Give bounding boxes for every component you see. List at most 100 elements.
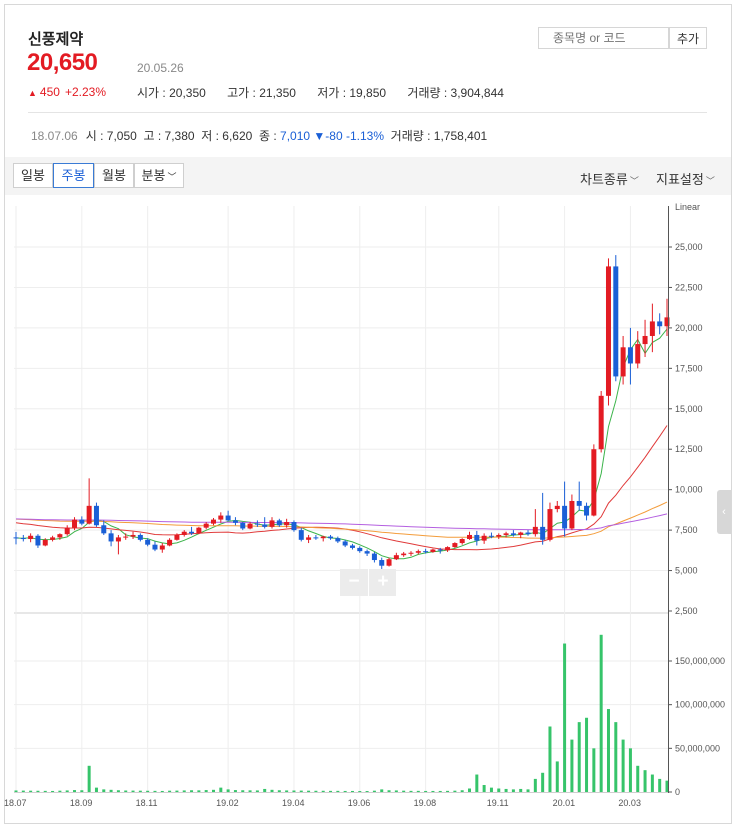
- candle-body: [218, 515, 224, 520]
- volume-bar: [36, 790, 40, 792]
- candle-body: [459, 539, 465, 544]
- candle-body: [408, 552, 414, 554]
- candle-body: [101, 525, 107, 534]
- zoom-in-button[interactable]: +: [368, 569, 397, 596]
- candle-body: [496, 534, 502, 537]
- price-tick-label: 25,000: [675, 242, 703, 252]
- volume-bar: [321, 790, 325, 792]
- volume-bar: [402, 790, 406, 792]
- candle-body: [467, 534, 473, 540]
- volume-bar: [21, 790, 25, 792]
- volume-bar: [307, 790, 311, 792]
- volume-bar: [577, 722, 581, 792]
- volume-bar: [73, 790, 77, 792]
- volume-bar: [533, 778, 537, 792]
- volume-bar: [65, 790, 69, 792]
- candle-body: [276, 520, 282, 526]
- volume-bar: [124, 790, 128, 792]
- time-tick-label: 20.03: [618, 798, 641, 808]
- candle-body: [503, 533, 509, 535]
- candle-body: [371, 553, 377, 561]
- volume-bar: [233, 790, 237, 792]
- candle-body: [591, 449, 597, 516]
- candle-body: [240, 522, 246, 529]
- candle-body: [108, 533, 114, 542]
- volume-bar: [482, 785, 486, 792]
- candle-body: [174, 534, 180, 540]
- volume-tick-label: 0: [675, 787, 680, 797]
- zoom-out-button[interactable]: −: [340, 569, 368, 596]
- candle-body: [474, 534, 480, 541]
- candle-body: [20, 538, 26, 540]
- candle-body: [635, 344, 641, 364]
- price-volume-chart[interactable]: Linear 2,500 5,000 7,500 10,000 12,500 15,000…: [0, 0, 737, 829]
- volume-bar: [416, 790, 420, 792]
- candle-body: [532, 526, 538, 535]
- volume-bar: [599, 634, 603, 792]
- candle-body: [145, 539, 151, 545]
- candle-body: [547, 509, 553, 540]
- candle-body: [342, 541, 348, 546]
- volume-bar: [190, 790, 194, 792]
- volume-bar: [489, 787, 493, 792]
- time-tick-label: 19.04: [282, 798, 305, 808]
- side-panel-toggle[interactable]: ‹: [717, 490, 731, 534]
- volume-bar: [541, 772, 545, 792]
- zoom-controls: − +: [340, 569, 396, 596]
- candle-body: [64, 527, 70, 535]
- candle-body: [379, 560, 385, 566]
- volume-bar: [643, 770, 647, 792]
- candle-body: [627, 347, 633, 364]
- candle-body: [415, 551, 421, 553]
- candle-body: [152, 544, 158, 550]
- candle-body: [518, 532, 524, 535]
- volume-bar: [80, 790, 84, 792]
- volume-bar: [204, 790, 208, 792]
- volume-bar: [431, 790, 435, 792]
- candle-body: [452, 543, 458, 548]
- volume-bar: [87, 765, 91, 792]
- volume-bar: [263, 788, 267, 792]
- volume-bar: [365, 791, 369, 792]
- scale-label: Linear: [675, 202, 700, 212]
- volume-bar: [58, 790, 62, 792]
- volume-bar: [519, 788, 523, 792]
- volume-bar: [409, 790, 413, 792]
- candle-body: [525, 532, 531, 535]
- candle-body: [35, 535, 41, 546]
- candle-body: [430, 549, 436, 552]
- volume-bar: [299, 790, 303, 792]
- candle-body: [562, 505, 568, 529]
- candle-body: [357, 547, 363, 552]
- volume-bar: [285, 790, 289, 792]
- candle-body: [247, 523, 253, 529]
- price-tick-label: 12,500: [675, 444, 703, 454]
- volume-bar: [650, 774, 654, 792]
- volume-bar: [460, 790, 464, 792]
- candle-body: [210, 519, 216, 524]
- volume-bar: [475, 774, 479, 792]
- candle-body: [291, 522, 297, 531]
- volume-tick-label: 50,000,000: [675, 743, 720, 753]
- candle-body: [79, 519, 85, 524]
- candle-body: [657, 321, 663, 327]
- volume-bar: [424, 790, 428, 792]
- ma-line-20: [15, 425, 668, 551]
- candle-body: [605, 266, 611, 396]
- moving-average-lines: [15, 328, 668, 560]
- candle-body: [620, 347, 626, 377]
- volume-bar: [497, 788, 501, 792]
- candle-body: [510, 533, 516, 535]
- candle-body: [254, 523, 260, 525]
- volume-bar: [563, 643, 567, 792]
- candle-body: [232, 520, 238, 523]
- price-tick-label: 5,000: [675, 566, 698, 576]
- candle-body: [123, 536, 129, 538]
- volume-bar: [211, 789, 215, 792]
- volume-bar: [628, 748, 632, 792]
- volume-bar: [548, 726, 552, 792]
- price-tick-label: 2,500: [675, 606, 698, 616]
- candle-body: [488, 535, 494, 537]
- volume-bar: [153, 790, 157, 792]
- volume-bar: [387, 790, 391, 792]
